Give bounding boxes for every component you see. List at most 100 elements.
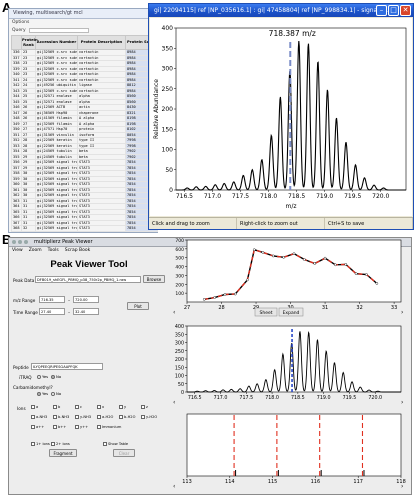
itraq-no-radio[interactable]: No — [51, 374, 61, 379]
table-header[interactable]: Protein Description — [77, 35, 126, 50]
x-tick-label: 117 — [353, 479, 363, 485]
y-tick-label: 300 — [175, 273, 184, 279]
scroll-left-icon[interactable]: ‹ — [173, 399, 175, 406]
menu-view[interactable]: View — [12, 247, 23, 255]
x-tick-label: 719.5 — [343, 395, 357, 401]
y-tick-label: 200 — [175, 357, 184, 363]
maximize-icon[interactable]: □ — [388, 5, 399, 16]
carbamidomethyl-yes-radio[interactable]: Yes — [37, 391, 48, 396]
y-tick-label: 300 — [162, 66, 174, 73]
time-from-input[interactable]: 27.40 — [39, 308, 65, 315]
table-cell: gi|32571 enolase — [35, 98, 78, 105]
xic-point — [234, 292, 237, 296]
charge-1-checkbox[interactable]: 1+ ions — [31, 442, 50, 446]
y-tick-label: 350 — [162, 45, 174, 52]
x-tick-label: 27 — [184, 305, 190, 311]
query-label: Query — [12, 28, 26, 33]
reporter-ion-chart[interactable]: 113 114 115 116 117 118‹ › — [169, 410, 409, 494]
scroll-right-icon[interactable]: › — [401, 399, 403, 406]
time-range-dash: – — [68, 310, 71, 315]
table-cell: gi|24569 tubulin — [35, 153, 78, 160]
itraq-yes-radio[interactable]: Yes — [37, 374, 48, 379]
menu-scrap-book[interactable]: Scrap Book — [65, 247, 90, 255]
ion-option-checkbox[interactable]: a++ — [31, 425, 44, 429]
peak-data-file-input[interactable]: DFB019_shEGFL_PBMQ_p38_750r2p_PBMQ_1.raw — [35, 276, 141, 283]
y-tick-label: 400 — [162, 25, 174, 32]
scroll-left-icon[interactable]: ‹ — [173, 309, 175, 316]
scroll-right-icon[interactable]: › — [401, 483, 403, 490]
ion-option-checkbox[interactable]: y-H2O — [141, 415, 157, 419]
xic-chart[interactable]: 10020030040050060070027282930313233Sheet… — [169, 234, 409, 320]
xic-point — [282, 255, 285, 259]
ion-option-checkbox[interactable]: y — [119, 405, 126, 409]
mz-range-label: m/z Range — [13, 298, 36, 303]
ion-option-checkbox[interactable]: b — [53, 405, 60, 409]
sheet-button[interactable]: Sheet — [259, 310, 272, 316]
ion-option-checkbox[interactable]: y-NH3 — [75, 415, 91, 419]
y-tick-label: 0 — [181, 390, 184, 396]
ms-spectrum-chart[interactable]: 0 50 100 150 200 250 300 350 400 716.5 717.0 717.5 7… — [169, 322, 409, 408]
ion-option-checkbox[interactable]: b-NH3 — [53, 415, 69, 419]
query-input[interactable] — [28, 28, 89, 33]
xic-point — [261, 251, 265, 254]
y-tick-label: 0 — [169, 187, 173, 194]
peak-viewer-chart-column: 10020030040050060070027282930313233Sheet… — [169, 234, 409, 494]
y-tick-label: 50 — [178, 382, 184, 388]
ion-option-checkbox[interactable]: a-NH3 — [31, 415, 47, 419]
ion-option-checkbox[interactable]: y++ — [75, 425, 88, 429]
ion-option-checkbox[interactable]: z — [141, 405, 148, 409]
ion-option-checkbox[interactable]: a — [31, 405, 38, 409]
table-header[interactable]: Accession Number — [35, 35, 78, 50]
menu-zoom[interactable]: Zoom — [29, 247, 42, 255]
plot-button[interactable]: Plot — [127, 302, 149, 310]
ion-option-checkbox[interactable]: b-H2O — [119, 415, 135, 419]
fragment-button[interactable]: Fragment — [49, 449, 77, 457]
ion-option-checkbox[interactable]: x — [97, 405, 104, 409]
close-icon[interactable]: ✕ — [400, 5, 411, 16]
table-window-menu[interactable]: Options — [9, 19, 157, 27]
x-tick-label: 717.0 — [214, 395, 228, 401]
show-table-checkbox[interactable]: Show Table — [103, 442, 128, 446]
time-to-input[interactable]: 32.40 — [73, 308, 99, 315]
y-tick-label: 700 — [175, 238, 184, 244]
x-tick-label: 32 — [356, 305, 362, 311]
minimize-icon[interactable]: – — [376, 5, 387, 16]
spectrum-chart[interactable]: 0 50 100 150 200 250 300 350 400 716.5 717.0 717.5 7… — [150, 18, 412, 216]
carbamidomethyl-no-radio[interactable]: No — [51, 391, 61, 396]
charge-2-checkbox[interactable]: 2+ ions — [51, 442, 70, 446]
ion-option-checkbox[interactable]: a-H2O — [97, 415, 113, 419]
x-tick-label: 115 — [268, 479, 278, 485]
menu-tools[interactable]: Tools — [48, 247, 59, 255]
plot-frame — [186, 239, 402, 303]
window-controls-icon[interactable] — [12, 238, 28, 246]
expand-button[interactable]: Expand — [283, 310, 300, 316]
table-cell: gi|49256 ubiquitin — [35, 82, 78, 89]
ion-option-checkbox[interactable]: b++ — [53, 425, 66, 429]
table-cell: gi|41569 filamin — [35, 115, 78, 122]
table-header[interactable]: Protein Rank — [21, 35, 38, 50]
x-tick-label: 718.0 — [260, 193, 277, 200]
ion-option-checkbox[interactable]: Immonium — [97, 425, 121, 429]
y-tick-label: 250 — [162, 86, 174, 93]
ion-option-checkbox[interactable]: c — [75, 405, 82, 409]
spectrum-chart-area[interactable]: 0 50 100 150 200 250 300 350 400 716.5 717.0 717.5 7… — [150, 18, 412, 216]
y-tick-label: 250 — [175, 349, 184, 355]
scroll-left-icon[interactable]: ‹ — [173, 483, 175, 490]
table-header[interactable] — [11, 35, 22, 50]
peptide-input[interactable]: ILYQPEEQRIPESGAAPFQK — [31, 363, 103, 370]
xic-point — [246, 278, 249, 282]
clear-button[interactable]: Clear — [113, 449, 135, 457]
browse-button[interactable]: Browse — [143, 275, 165, 283]
scroll-right-icon[interactable]: › — [401, 309, 403, 316]
carbamidomethyl-label: Carbamidomethyl? — [13, 385, 53, 390]
table-cell: gi|32569 signal transducer — [35, 208, 78, 215]
mz-from-input[interactable]: 716.35 — [39, 296, 65, 303]
spectrum-window-title-text: gi| 22094115| ref |NP_035616.1| : gi| 47… — [154, 7, 389, 14]
spectrum-window: gi| 22094115| ref |NP_035616.1| : gi| 47… — [148, 3, 414, 230]
table-row[interactable]: 36832gi|32569 signal transducerSTAT37854 — [11, 225, 158, 232]
table-cell: gi|32569 signal transducer — [35, 175, 78, 182]
table-cell: gi|24569 tubulin — [35, 148, 78, 155]
mz-to-input[interactable]: 720.00 — [73, 296, 99, 303]
ions-label: Ions — [17, 406, 26, 411]
y-tick-label: 300 — [175, 341, 184, 347]
